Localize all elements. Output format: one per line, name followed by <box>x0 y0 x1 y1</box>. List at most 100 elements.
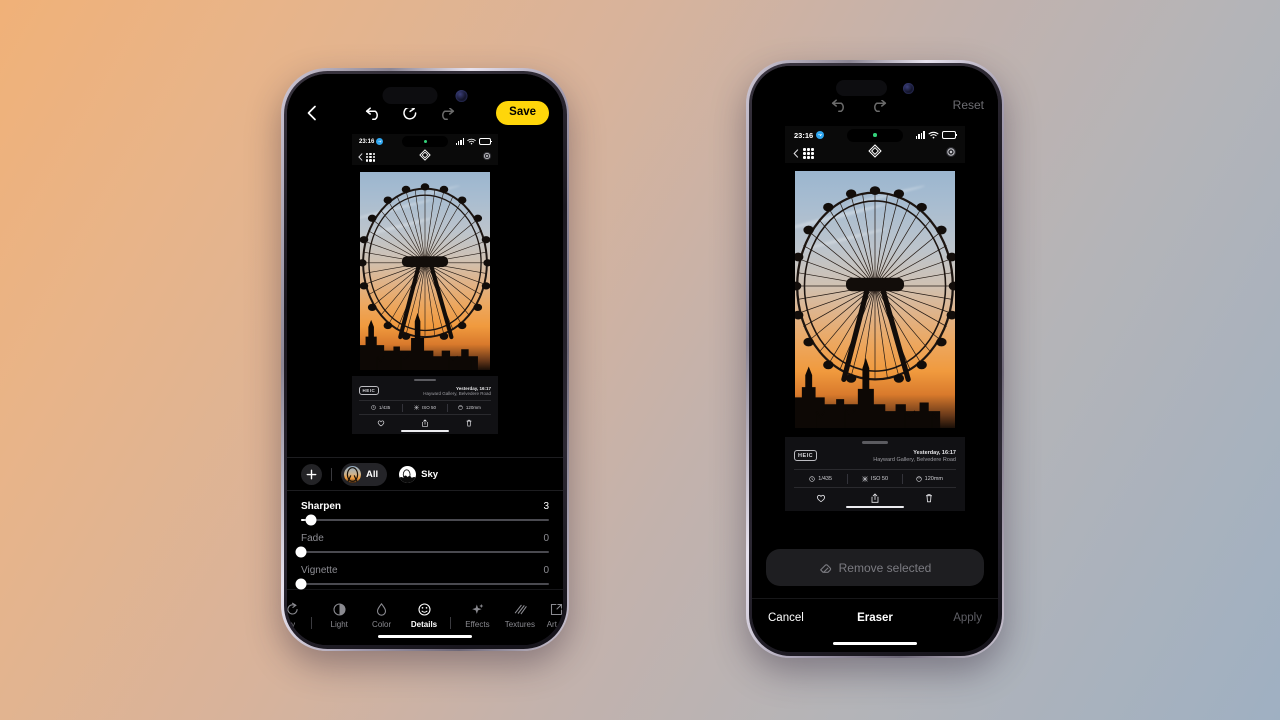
battery-icon <box>942 131 957 139</box>
shutter-value: 1/435 <box>379 405 391 410</box>
edited-screenshot: 23:16 HEIC Yesterday, 16:17 Hayward Gall… <box>785 126 965 511</box>
add-mask-button[interactable] <box>301 463 322 485</box>
slider-fade[interactable]: Fade 0 <box>295 533 549 558</box>
tab-color[interactable]: Color <box>360 602 402 629</box>
tab-label: Light <box>330 620 348 629</box>
mask-chip-label: Sky <box>421 468 439 480</box>
tab-details[interactable]: Details <box>403 602 445 629</box>
mask-chip-sky[interactable]: Sky <box>396 463 447 486</box>
status-right-cluster <box>455 138 492 145</box>
embedded-island <box>847 128 903 142</box>
mask-chip-label: All <box>366 468 379 480</box>
adjustment-sliders: Sharpen 3 Fade 0 Vignette 0 <box>287 491 563 590</box>
metadata-datetime-block: Yesterday, 16:17 Hayward Gallery, Belved… <box>873 450 956 463</box>
save-button[interactable]: Save <box>496 101 550 125</box>
tab-label: Effects <box>465 620 490 629</box>
sky-mask-thumb <box>399 465 417 483</box>
status-time: 23:16 <box>359 138 375 145</box>
reset-button[interactable]: Reset <box>953 98 984 112</box>
shutter-value: 1/435 <box>818 475 833 482</box>
exif-focal: 120mm <box>903 476 956 482</box>
droplet-icon <box>377 602 387 616</box>
exif-row: 1/435 ISO 50 120mm <box>794 469 956 487</box>
delete-button[interactable] <box>902 493 956 503</box>
favorite-button[interactable] <box>794 493 848 503</box>
slider-knob[interactable] <box>295 578 307 590</box>
focal-value: 120mm <box>924 475 943 482</box>
eraser-canvas-area[interactable]: 23:16 HEIC Yesterday, 16:17 Hayward Gall… <box>752 122 998 539</box>
slider-knob[interactable] <box>295 546 307 558</box>
tab-quality[interactable]: ty <box>287 602 305 629</box>
remove-selected-button[interactable]: Remove selected <box>766 549 984 586</box>
slider-value: 0 <box>543 533 549 544</box>
tab-light[interactable]: Light <box>318 602 360 629</box>
tab-label: Art st <box>546 620 563 629</box>
tab-art-style[interactable]: Art st <box>541 602 563 629</box>
photo-metadata-card: HEIC Yesterday, 16:17 Hayward Gallery, B… <box>785 437 965 511</box>
embedded-nav-bar <box>352 149 498 165</box>
city-skyline-silhouette <box>795 346 955 428</box>
eraser-icon <box>819 564 831 573</box>
shutter-icon <box>809 475 815 482</box>
drag-handle[interactable] <box>414 379 436 381</box>
back-button[interactable] <box>301 102 323 124</box>
slider-track[interactable] <box>295 546 549 558</box>
embedded-status-bar: 23:16 <box>785 126 965 144</box>
slider-sharpen[interactable]: Sharpen 3 <box>301 501 549 526</box>
slider-track[interactable] <box>295 578 549 590</box>
recording-dot-icon <box>423 140 427 143</box>
delete-button[interactable] <box>447 419 491 427</box>
shutter-icon <box>371 405 376 410</box>
texture-lines-icon <box>515 604 528 615</box>
exif-shutter: 1/435 <box>359 405 402 410</box>
heart-icon <box>377 419 385 426</box>
embedded-status-bar: 23:16 <box>352 134 498 149</box>
share-button[interactable] <box>403 418 447 427</box>
drag-handle[interactable] <box>862 441 888 444</box>
trash-icon <box>926 493 932 502</box>
left-phone-screen: Save 23:16 HEIC Yesterday, 16:17 Hayward… <box>287 74 563 645</box>
photo-canvas-area[interactable]: 23:16 HEIC Yesterday, 16:17 Hayward Gall… <box>287 130 563 457</box>
details-icon <box>417 603 431 616</box>
mask-chip-all[interactable]: All <box>341 462 388 486</box>
photos-logo-icon <box>419 148 431 166</box>
slider-knob[interactable] <box>305 514 317 526</box>
target-icon <box>482 148 492 166</box>
cancel-button[interactable]: Cancel <box>768 612 839 624</box>
status-time: 23:16 <box>794 130 814 140</box>
tab-effects[interactable]: Effects <box>456 602 498 629</box>
favorite-button[interactable] <box>359 419 403 427</box>
tab-divider-2 <box>450 617 452 629</box>
photo-image <box>360 172 490 370</box>
slider-name: Fade <box>301 533 324 544</box>
exif-focal: 120mm <box>448 405 491 410</box>
photo-thumb-wheel <box>346 466 359 483</box>
eraser-bottom-bar: Cancel Eraser Apply <box>752 598 998 636</box>
iso-value: ISO 50 <box>870 475 889 482</box>
focal-value: 120mm <box>465 405 481 410</box>
mask-selector-row: All Sky <box>287 457 563 491</box>
tab-textures[interactable]: Textures <box>499 602 541 629</box>
format-badge: HEIC <box>794 450 818 461</box>
home-indicator <box>378 634 472 638</box>
right-phone-screen: Reset 23:16 HEIC Yesterday, 16:17 Haywar… <box>752 66 998 652</box>
tab-label: ty <box>288 620 296 629</box>
plus-icon <box>306 469 317 479</box>
mask-divider <box>331 467 332 481</box>
photo-actions-row <box>794 487 956 507</box>
format-badge: HEIC <box>359 386 379 395</box>
slider-track[interactable] <box>301 514 549 526</box>
trash-icon <box>466 419 472 426</box>
brightness-icon <box>333 603 346 616</box>
tab-label: Color <box>372 620 392 629</box>
share-button[interactable] <box>848 492 902 503</box>
metadata-header-row: HEIC Yesterday, 16:17 Hayward Gallery, B… <box>794 450 956 463</box>
eraser-controls: Remove selected <box>752 539 998 598</box>
heart-icon <box>817 494 825 502</box>
front-camera-icon <box>455 89 468 102</box>
remove-selected-label: Remove selected <box>838 560 932 575</box>
grid-icon <box>366 152 375 162</box>
home-indicator <box>833 641 917 645</box>
apply-button[interactable]: Apply <box>911 612 982 624</box>
slider-vignette[interactable]: Vignette 0 <box>295 565 549 590</box>
